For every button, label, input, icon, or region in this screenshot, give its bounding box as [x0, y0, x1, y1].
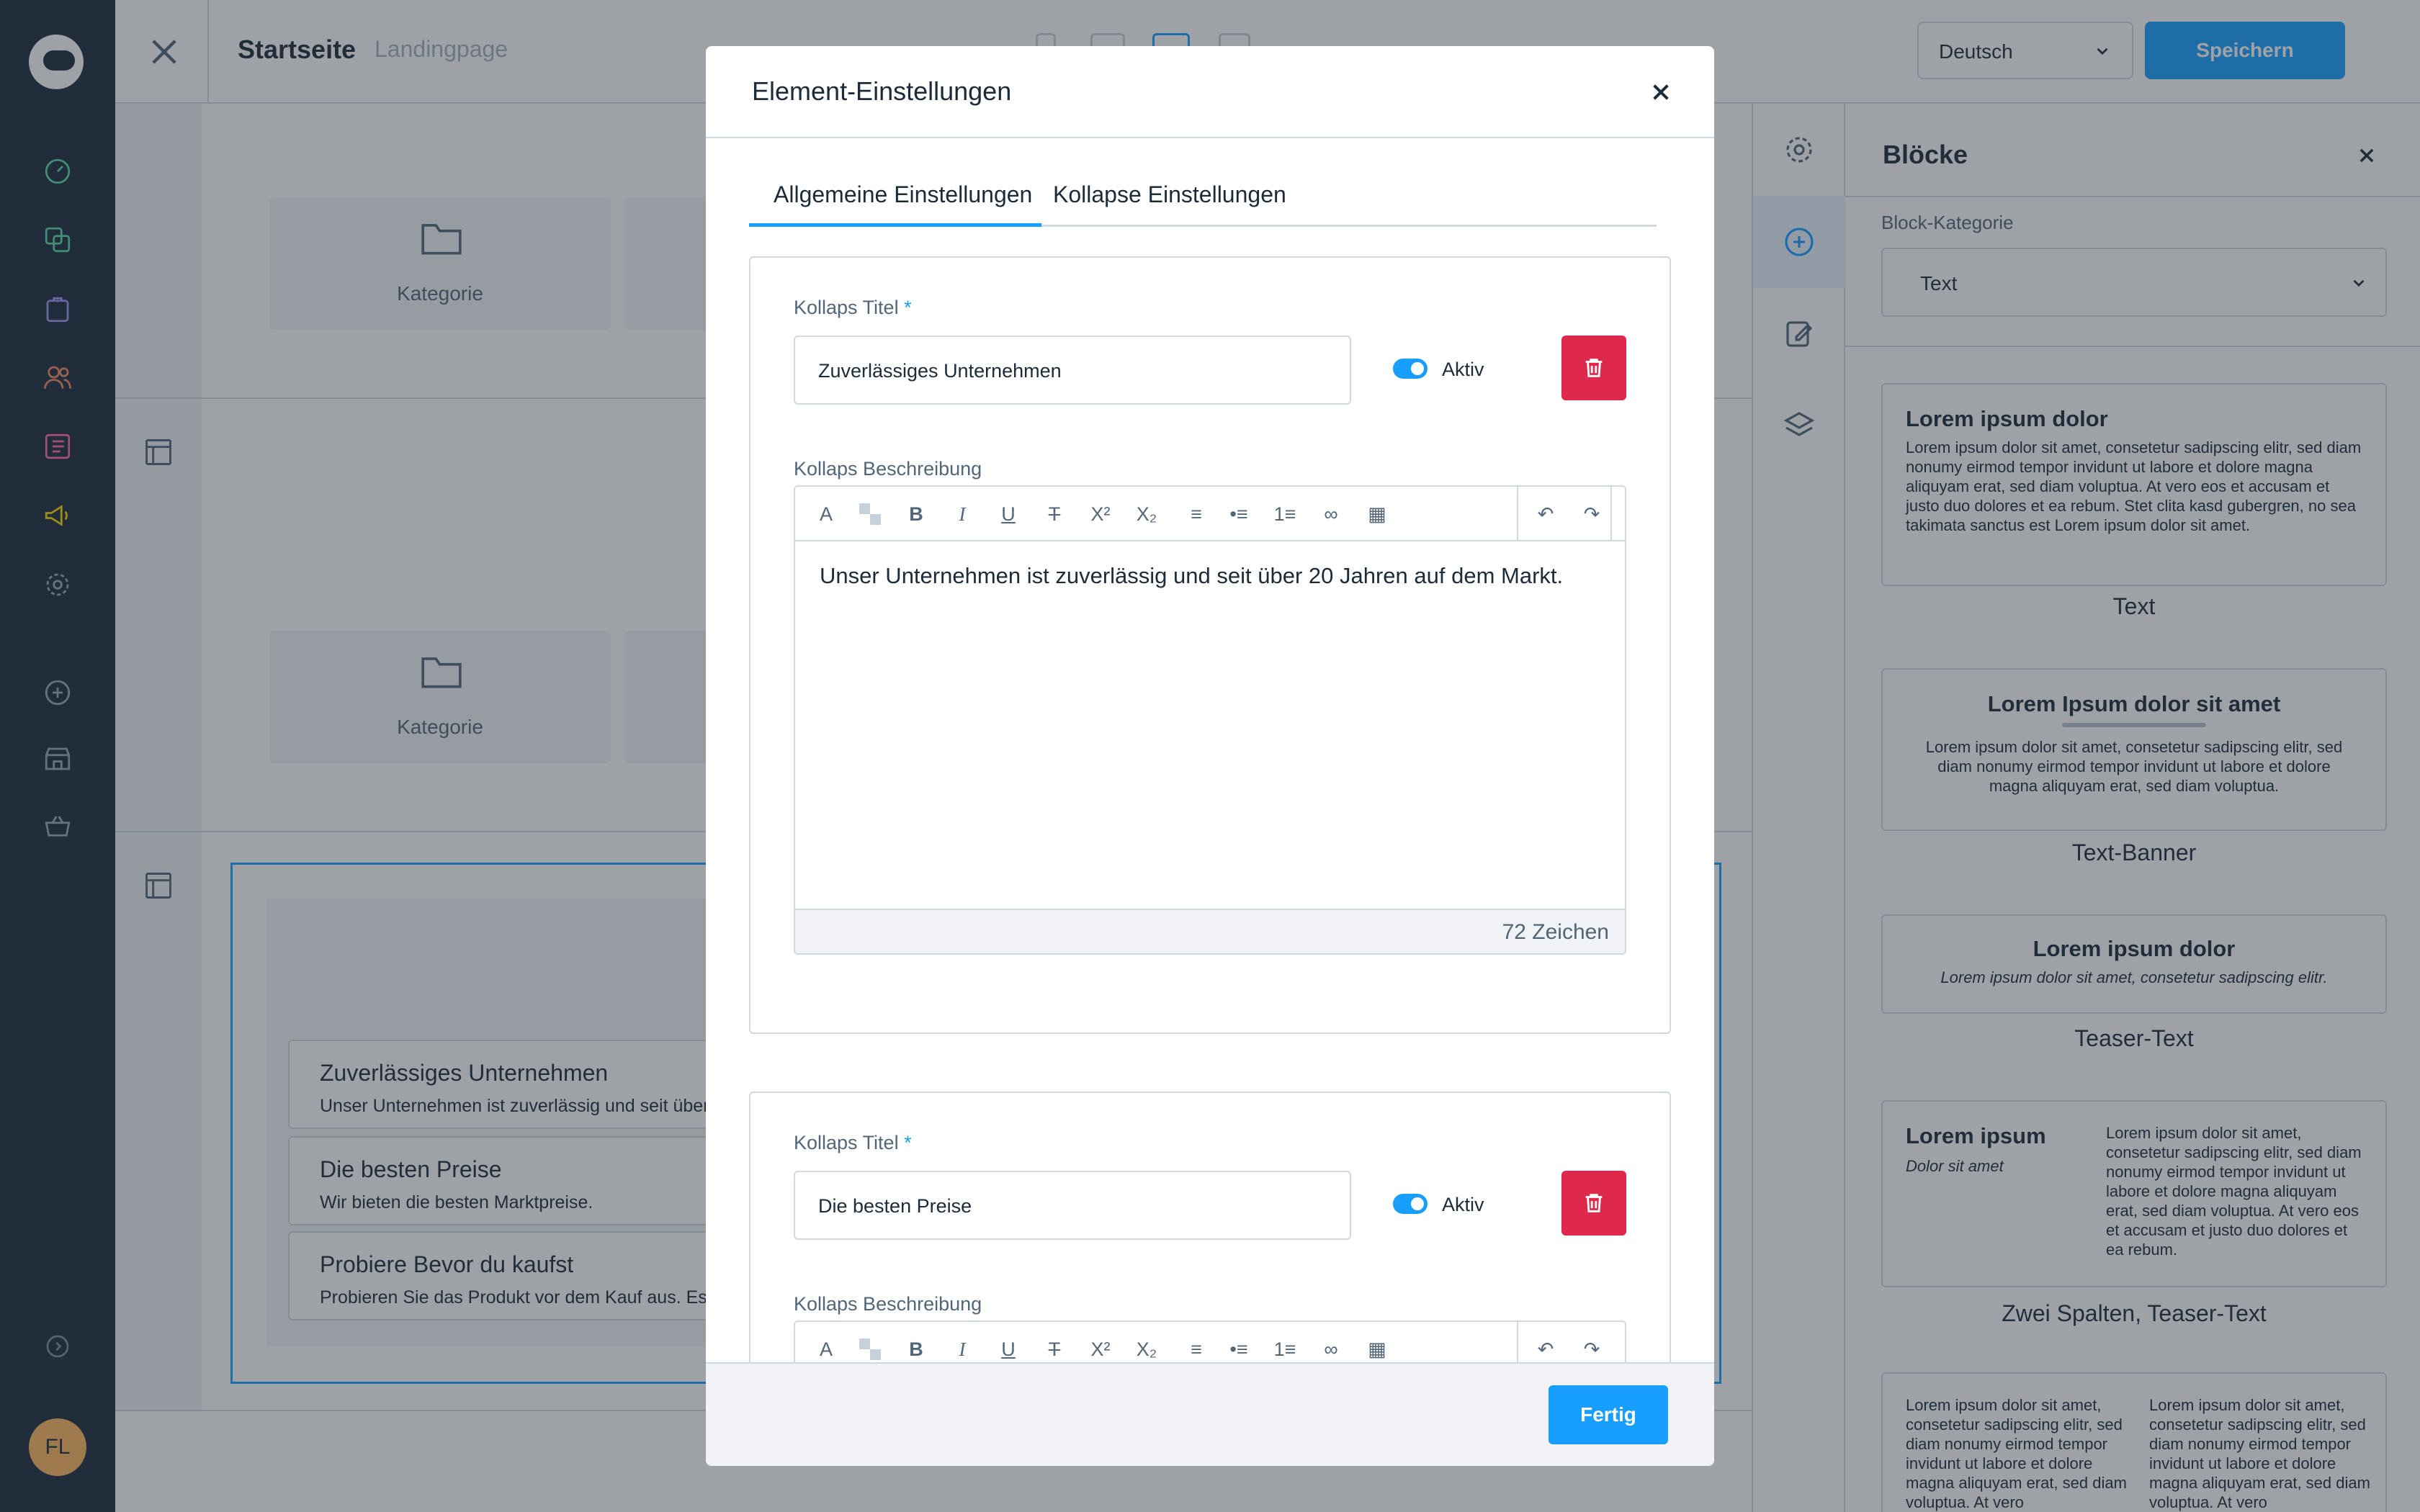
- bold-icon[interactable]: B: [903, 1336, 929, 1362]
- link-icon[interactable]: ∞: [1318, 501, 1344, 527]
- toolbar-divider: [1517, 487, 1518, 541]
- trash-icon: [1585, 1194, 1603, 1212]
- strikethrough-icon[interactable]: T: [1041, 501, 1067, 527]
- collapse-title-label: Kollaps Titel *: [794, 297, 912, 318]
- active-label: Aktiv: [1442, 1194, 1484, 1215]
- done-button[interactable]: Fertig: [1549, 1385, 1668, 1444]
- active-toggle[interactable]: [1393, 1194, 1428, 1214]
- redo-icon[interactable]: ↷: [1579, 501, 1605, 527]
- table-icon[interactable]: ▦: [1364, 501, 1390, 527]
- strikethrough-icon[interactable]: T: [1041, 1336, 1067, 1362]
- collapse-title-input[interactable]: Die besten Preise: [794, 1171, 1351, 1240]
- tab-active-indicator: [749, 223, 1041, 227]
- trash-icon: [1585, 359, 1603, 377]
- unordered-list-icon[interactable]: •≡: [1226, 1336, 1252, 1362]
- text-color-icon[interactable]: [857, 501, 883, 527]
- delete-button[interactable]: [1561, 1171, 1626, 1236]
- collapse-description-label: Kollaps Beschreibung: [794, 1293, 982, 1315]
- font-style-icon[interactable]: A: [810, 501, 843, 527]
- close-icon[interactable]: [1649, 81, 1672, 104]
- underline-icon[interactable]: U: [995, 1336, 1021, 1362]
- superscript-icon[interactable]: X²: [1088, 1336, 1113, 1362]
- superscript-icon[interactable]: X²: [1088, 501, 1113, 527]
- ordered-list-icon[interactable]: 1≡: [1272, 501, 1298, 527]
- italic-icon[interactable]: I: [949, 501, 975, 527]
- undo-icon[interactable]: ↶: [1533, 1336, 1559, 1362]
- tab-general-settings[interactable]: Allgemeine Einstellungen: [774, 181, 1032, 208]
- subscript-icon[interactable]: X₂: [1134, 501, 1160, 527]
- italic-icon[interactable]: I: [949, 1336, 975, 1362]
- modal-title: Element-Einstellungen: [752, 76, 1012, 106]
- delete-button[interactable]: [1561, 336, 1626, 400]
- rich-text-editor[interactable]: A B I U T X² X₂ ≡ •≡ 1≡ ∞ ▦ ↶ ↷ Unser Un…: [794, 485, 1626, 955]
- link-icon[interactable]: ∞: [1318, 1336, 1344, 1362]
- align-icon[interactable]: ≡: [1180, 501, 1213, 527]
- character-count: 72 Zeichen: [795, 909, 1625, 953]
- align-icon[interactable]: ≡: [1180, 1336, 1213, 1362]
- collapse-description-label: Kollaps Beschreibung: [794, 458, 982, 480]
- text-color-icon[interactable]: [857, 1336, 883, 1362]
- active-label: Aktiv: [1442, 359, 1484, 380]
- editor-toolbar: A B I U T X² X₂ ≡ •≡ 1≡ ∞ ▦ ↶ ↷: [795, 487, 1625, 541]
- font-style-icon[interactable]: A: [810, 1336, 843, 1362]
- redo-icon[interactable]: ↷: [1579, 1336, 1605, 1362]
- subscript-icon[interactable]: X₂: [1134, 1336, 1160, 1362]
- table-icon[interactable]: ▦: [1364, 1336, 1390, 1362]
- unordered-list-icon[interactable]: •≡: [1226, 501, 1252, 527]
- collapse-title-label: Kollaps Titel *: [794, 1132, 912, 1153]
- ordered-list-icon[interactable]: 1≡: [1272, 1336, 1298, 1362]
- collapse-item-card: Kollaps Titel * Zuverlässiges Unternehme…: [749, 256, 1671, 1034]
- active-toggle[interactable]: [1393, 359, 1428, 379]
- element-settings-modal: Element-Einstellungen Allgemeine Einstel…: [706, 46, 1714, 1466]
- editor-content[interactable]: Unser Unternehmen ist zuverlässig und se…: [820, 563, 1563, 589]
- undo-icon[interactable]: ↶: [1533, 501, 1559, 527]
- underline-icon[interactable]: U: [995, 501, 1021, 527]
- toolbar-divider: [1610, 487, 1612, 541]
- bold-icon[interactable]: B: [903, 501, 929, 527]
- tab-collapse-settings[interactable]: Kollapse Einstellungen: [1053, 181, 1286, 208]
- collapse-title-input[interactable]: Zuverlässiges Unternehmen: [794, 336, 1351, 405]
- tab-bar: Allgemeine Einstellungen Kollapse Einste…: [749, 138, 1671, 272]
